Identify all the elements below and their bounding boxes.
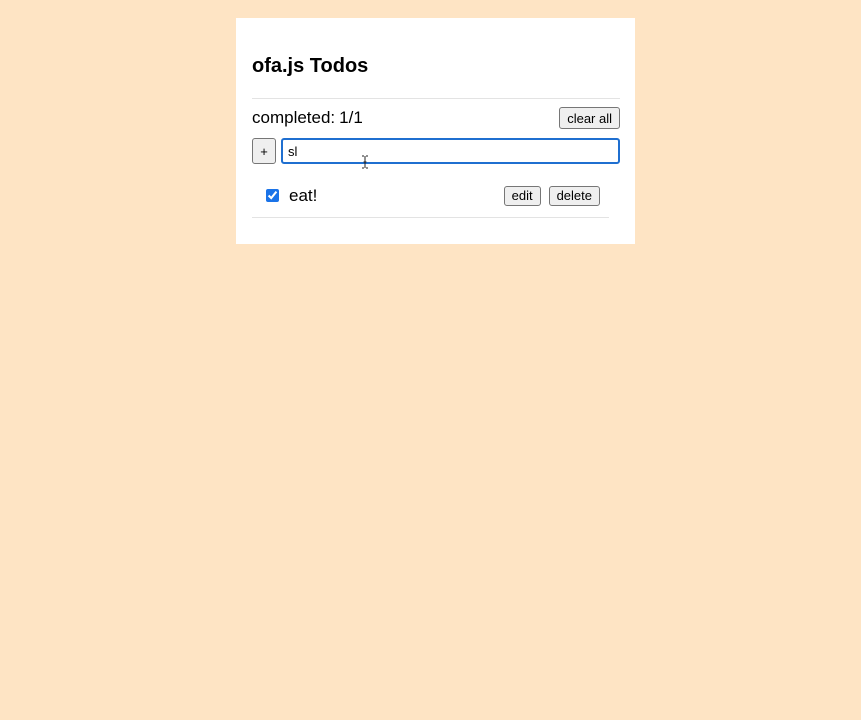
app-title: ofa.js Todos [252,55,369,77]
todo-label: eat! [289,186,318,205]
add-todo-row: + [252,138,620,164]
todo-actions: edit delete [503,186,600,206]
divider [252,98,620,99]
todo-item: eat! edit delete [252,178,609,218]
delete-todo-button[interactable]: delete [548,186,600,206]
completed-status: completed: 1/1 [252,108,363,128]
status-row: completed: 1/1 clear all [252,107,620,129]
add-todo-button[interactable]: + [252,138,276,164]
text-cursor-icon [362,155,368,169]
new-todo-input[interactable] [281,138,620,164]
todo-app-card: ofa.js Todos completed:1/1 clear all + e… [236,18,635,244]
clear-all-button[interactable]: clear all [559,107,620,129]
edit-todo-button[interactable]: edit [503,186,541,206]
completed-label: completed: [252,108,336,127]
todo-list: eat! edit delete [252,178,609,218]
completed-count: 1/1 [339,108,363,127]
todo-complete-checkbox[interactable] [266,189,279,202]
